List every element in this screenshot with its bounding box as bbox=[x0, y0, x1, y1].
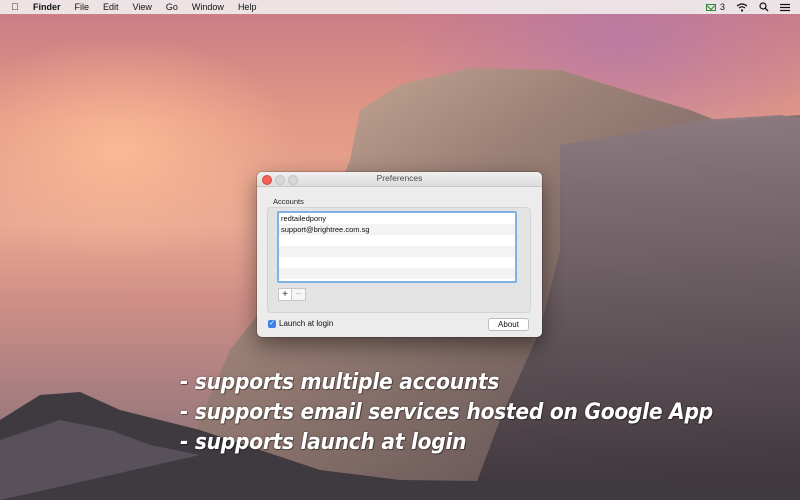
menu-go[interactable]: Go bbox=[166, 2, 178, 12]
caption-line: - supports email services hosted on Goog… bbox=[180, 400, 713, 425]
apple-icon[interactable]:  bbox=[9, 2, 21, 13]
search-icon[interactable] bbox=[759, 2, 769, 12]
menu-file[interactable]: File bbox=[75, 2, 90, 12]
launch-at-login-label: Launch at login bbox=[279, 319, 334, 328]
preferences-window: Preferences Accounts redtailedpony suppo… bbox=[257, 172, 542, 337]
window-titlebar[interactable]: Preferences bbox=[257, 172, 542, 187]
launch-at-login-row[interactable]: ✓ Launch at login bbox=[268, 319, 333, 328]
caption-line: - supports launch at login bbox=[180, 430, 467, 455]
menu-window[interactable]: Window bbox=[192, 2, 224, 12]
menu-view[interactable]: View bbox=[133, 2, 152, 12]
account-row[interactable]: redtailedpony bbox=[279, 213, 515, 224]
account-row-empty bbox=[279, 257, 515, 268]
menu-app-finder[interactable]: Finder bbox=[33, 2, 61, 12]
launch-at-login-checkbox[interactable]: ✓ bbox=[268, 319, 276, 328]
menu-help[interactable]: Help bbox=[238, 2, 257, 12]
list-icon[interactable] bbox=[780, 3, 790, 12]
feature-captions: - supports multiple accounts - supports … bbox=[180, 368, 759, 458]
mail-unread-count: 3 bbox=[719, 2, 725, 12]
remove-account-button[interactable]: − bbox=[292, 288, 306, 301]
caption-line: - supports multiple accounts bbox=[180, 370, 500, 395]
menubar-status-area: 3 bbox=[705, 0, 790, 14]
account-row[interactable]: support@brightree.com.sg bbox=[279, 224, 515, 235]
accounts-label: Accounts bbox=[273, 197, 304, 206]
wifi-icon[interactable] bbox=[736, 2, 748, 12]
window-title: Preferences bbox=[376, 173, 423, 183]
menu-edit[interactable]: Edit bbox=[103, 2, 119, 12]
accounts-list[interactable]: redtailedpony support@brightree.com.sg bbox=[277, 211, 517, 283]
account-row-empty bbox=[279, 246, 515, 257]
about-button[interactable]: About bbox=[488, 318, 529, 331]
add-remove-bar: + − bbox=[278, 288, 306, 301]
account-row-empty bbox=[279, 268, 515, 279]
add-account-button[interactable]: + bbox=[278, 288, 292, 301]
account-row-empty bbox=[279, 235, 515, 246]
menu-bar:  Finder File Edit View Go Window Help 3 bbox=[0, 0, 800, 14]
mail-icon[interactable] bbox=[705, 3, 716, 11]
